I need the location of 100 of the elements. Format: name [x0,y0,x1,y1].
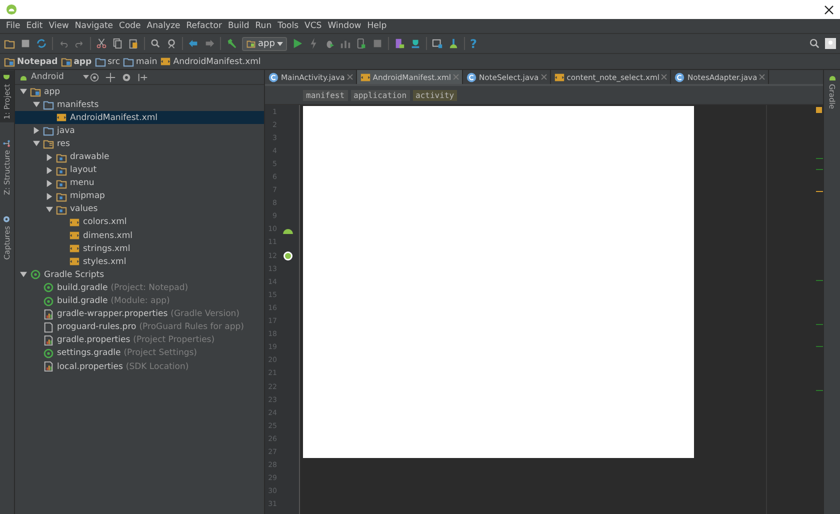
module-folder-icon [246,39,256,48]
xml-file-icon [360,72,371,82]
folder-icon [56,178,67,189]
save-icon[interactable] [20,38,31,49]
paste-icon[interactable] [128,38,139,49]
xml-file-icon [69,256,80,268]
menu-bar-entry[interactable]: Build [224,21,252,31]
cut-icon[interactable] [96,38,107,49]
properties-file-icon [43,334,54,346]
profile-icon[interactable] [340,38,351,49]
collapsed-arrow-icon[interactable] [33,127,40,134]
tree-item[interactable]: gradle-wrapper.properties (Gradle Version) [15,308,264,321]
avd-manager-icon[interactable] [394,38,405,49]
class-icon [466,72,477,82]
settings-icon[interactable] [121,72,132,82]
hammer-icon[interactable] [226,38,237,49]
search-icon[interactable] [809,38,820,49]
breadcrumb[interactable]: app [60,56,92,67]
tree-item[interactable]: styles.xml [15,255,264,268]
gradle-icon [43,282,54,294]
menu-bar-entry[interactable]: Tools [274,21,302,31]
tree-item[interactable]: menu [15,176,264,190]
close-icon[interactable] [824,4,834,14]
tree-item[interactable]: java [15,124,264,138]
expanded-arrow-icon[interactable] [33,140,40,148]
sync-icon[interactable] [36,38,47,49]
file-icon [43,322,54,333]
tree-item[interactable]: app [15,85,264,98]
camera-icon [2,215,12,224]
stop-icon[interactable] [372,38,383,49]
tree-item[interactable]: AndroidManifest.xml [15,111,264,124]
menu-bar-entry[interactable]: Edit [23,21,46,31]
tree-item[interactable]: colors.xml [15,216,264,230]
run-configuration-dropdown[interactable]: app [242,36,287,50]
expanded-arrow-icon[interactable] [20,271,27,278]
forward-icon[interactable] [204,38,215,49]
caret-icon [83,75,89,79]
folder-icon [56,204,67,215]
tree-item[interactable]: mipmap [15,190,264,203]
android-icon [283,250,293,261]
copy-icon[interactable] [112,38,123,49]
tree-item[interactable]: build.gradle (Module: app) [15,294,264,308]
module-folder-icon [60,56,72,67]
breadcrumb[interactable]: main [123,56,158,67]
tree-item[interactable]: res [15,137,264,150]
menu-bar-entry[interactable]: Window [324,21,364,31]
project-structure-icon[interactable] [432,38,443,49]
breadcrumb[interactable]: AndroidManifest.xml [160,56,261,67]
search-icon[interactable] [150,38,161,49]
menu-bar-entry[interactable]: Run [252,21,275,31]
module-folder-icon [4,56,15,67]
xml-file-icon [69,216,80,228]
tag-breadcrumb[interactable]: manifest [303,90,348,100]
gradle-icon [43,296,54,307]
app-logo-icon [6,4,17,15]
class-icon [674,72,686,82]
properties-file-icon [43,361,54,372]
folder-icon [43,99,54,110]
breadcrumb[interactable]: src [94,56,120,67]
menu-bar-entry[interactable]: Analyze [144,21,184,31]
tree-item[interactable]: Gradle Scripts [15,268,264,282]
view-selector[interactable]: Android [19,72,89,82]
menu-bar-entry[interactable]: Code [116,21,144,31]
module-folder-icon [30,86,41,98]
folder-icon [56,164,67,176]
tree-item[interactable]: build.gradle (Project: Notepad) [15,281,264,294]
run-icon[interactable] [292,38,303,49]
tree-item[interactable]: layout [15,164,264,177]
tree-item[interactable]: strings.xml [15,242,264,256]
folder-icon [94,56,106,67]
expanded-arrow-icon[interactable] [46,206,53,213]
tag-breadcrumb[interactable]: application [350,90,410,100]
open-folder-icon[interactable] [4,38,15,49]
tree-item[interactable]: drawable [15,150,264,164]
tree-item[interactable]: manifests [15,98,264,112]
xml-file-icon [160,56,172,67]
tree-item[interactable]: gradle.properties (Project Properties) [15,334,264,347]
tree-item[interactable]: local.properties (SDK Location) [15,360,264,374]
sdk-manager-icon[interactable] [410,38,421,49]
xml-file-icon [56,112,67,124]
tag-breadcrumb[interactable]: activity [412,90,458,100]
xml-file-icon [554,72,565,82]
breadcrumb[interactable]: Notepad [4,56,58,67]
menu-bar-entry[interactable]: File [3,21,24,31]
folder-icon [56,152,67,163]
device-icon[interactable] [356,38,367,49]
tree-item[interactable]: values [15,202,264,216]
tree-item[interactable]: proguard-rules.pro (ProGuard Rules for app) [15,320,264,334]
menu-bar-entry[interactable]: VCS [302,21,325,31]
android-icon [828,73,836,82]
tree-item[interactable]: dimens.xml [15,229,264,242]
target-icon[interactable] [89,72,100,82]
back-icon[interactable] [188,38,199,49]
menu-bar-entry[interactable]: View [46,21,72,31]
tree-item[interactable]: settings.gradle (Project Settings) [15,346,264,360]
folder-icon [43,125,54,136]
folder-icon [123,56,134,67]
menu-bar-entry[interactable]: Refactor [183,21,225,31]
menu-bar-entry[interactable]: Navigate [72,21,116,31]
menu-bar-entry[interactable]: Help [364,21,390,31]
